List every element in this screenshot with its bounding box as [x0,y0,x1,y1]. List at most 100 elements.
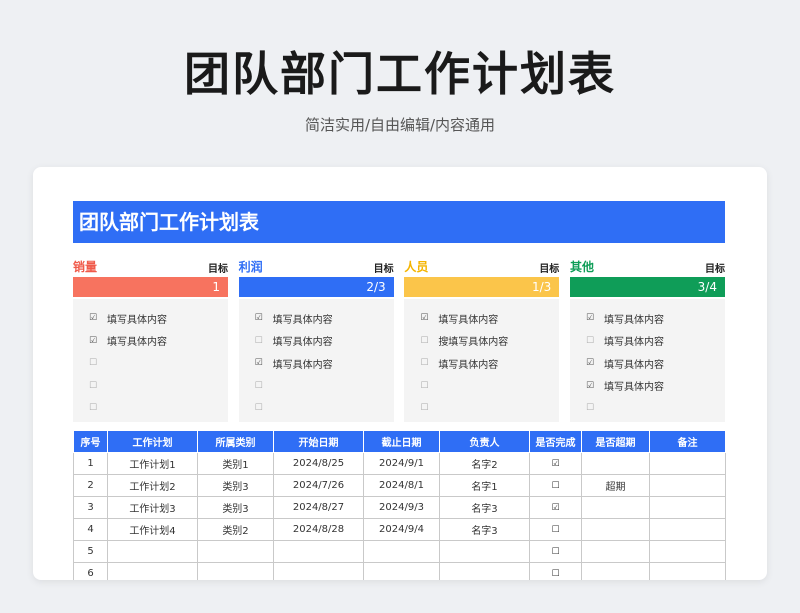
task-item[interactable]: ☑ 填写具体内容 [73,307,228,330]
table-cell[interactable]: 超期 [581,474,650,497]
table-cell[interactable]: 2024/9/1 [363,452,440,475]
table-cell[interactable] [363,562,440,580]
column-header[interactable]: 所属类别 [197,430,274,453]
table-cell[interactable]: 2024/9/4 [363,518,440,541]
table-cell[interactable]: 5 [73,540,108,563]
category-progress-bar[interactable]: 1/3 [404,277,560,297]
table-cell[interactable]: 2024/8/25 [273,452,364,475]
column-header[interactable]: 负责人 [439,430,530,453]
unchecked-checkbox-icon[interactable]: ☐ [420,403,438,413]
table-cell[interactable]: 2024/8/1 [363,474,440,497]
table-cell[interactable] [581,496,650,519]
column-header[interactable]: 是否超期 [581,430,650,453]
table-cell[interactable]: 名字3 [439,496,530,519]
table-cell[interactable]: 2024/9/3 [363,496,440,519]
task-item[interactable]: ☑ 填写具体内容 [239,352,394,375]
column-header[interactable]: 是否完成 [529,430,582,453]
checked-checkbox-icon[interactable]: ☑ [586,358,604,368]
task-item[interactable]: ☐ [239,397,394,420]
category-progress-bar[interactable]: 2/3 [238,277,394,297]
table-cell[interactable] [649,452,726,475]
table-cell[interactable]: 类别3 [197,496,274,519]
task-item[interactable]: ☑ 填写具体内容 [570,375,725,398]
completion-checkbox-cell[interactable]: ☑ [529,496,582,519]
checked-checkbox-icon[interactable]: ☑ [255,358,273,368]
table-cell[interactable]: 工作计划3 [107,496,198,519]
task-item[interactable]: ☐ [404,375,559,398]
table-cell[interactable] [649,518,726,541]
table-cell[interactable] [439,562,530,580]
unchecked-checkbox-icon[interactable]: ☐ [255,336,273,346]
task-item[interactable]: ☐ 搜填写具体内容 [404,330,559,353]
task-item[interactable]: ☑ 填写具体内容 [73,330,228,353]
unchecked-checkbox-icon[interactable]: ☐ [89,403,107,413]
table-cell[interactable] [107,540,198,563]
table-cell[interactable] [197,540,274,563]
table-cell[interactable] [273,562,364,580]
column-header[interactable]: 备注 [649,430,726,453]
unchecked-checkbox-icon[interactable]: ☐ [89,358,107,368]
table-cell[interactable] [273,540,364,563]
table-cell[interactable]: 类别3 [197,474,274,497]
checked-checkbox-icon[interactable]: ☑ [586,381,604,391]
table-cell[interactable] [581,562,650,580]
task-item[interactable]: ☑ 填写具体内容 [239,307,394,330]
table-cell[interactable] [581,540,650,563]
table-cell[interactable] [649,496,726,519]
table-cell[interactable]: 类别2 [197,518,274,541]
table-cell[interactable] [197,562,274,580]
table-cell[interactable]: 4 [73,518,108,541]
table-cell[interactable]: 名字1 [439,474,530,497]
table-cell[interactable]: 2 [73,474,108,497]
category-progress-bar[interactable]: 3/4 [569,277,725,297]
completion-checkbox-cell[interactable]: ☐ [529,518,582,541]
checked-checkbox-icon[interactable]: ☑ [89,313,107,323]
task-item[interactable]: ☐ [73,375,228,398]
unchecked-checkbox-icon[interactable]: ☐ [420,358,438,368]
table-cell[interactable] [439,540,530,563]
table-cell[interactable] [649,540,726,563]
task-item[interactable]: ☐ 填写具体内容 [404,352,559,375]
category-progress-bar[interactable]: 1 [73,277,228,297]
unchecked-checkbox-icon[interactable]: ☐ [586,403,604,413]
checked-checkbox-icon[interactable]: ☑ [420,313,438,323]
table-cell[interactable] [581,518,650,541]
table-cell[interactable]: 工作计划4 [107,518,198,541]
table-cell[interactable] [581,452,650,475]
unchecked-checkbox-icon[interactable]: ☐ [255,403,273,413]
unchecked-checkbox-icon[interactable]: ☐ [89,381,107,391]
table-cell[interactable] [649,474,726,497]
sheet-banner[interactable]: 团队部门工作计划表 [73,201,725,243]
unchecked-checkbox-icon[interactable]: ☐ [586,336,604,346]
task-item[interactable]: ☐ [73,352,228,375]
table-cell[interactable]: 名字3 [439,518,530,541]
table-cell[interactable]: 2024/8/28 [273,518,364,541]
table-cell[interactable]: 工作计划2 [107,474,198,497]
table-cell[interactable]: 类别1 [197,452,274,475]
task-item[interactable]: ☑ 填写具体内容 [404,307,559,330]
task-item[interactable]: ☑ 填写具体内容 [570,307,725,330]
table-cell[interactable]: 2024/7/26 [273,474,364,497]
checked-checkbox-icon[interactable]: ☑ [255,313,273,323]
table-cell[interactable]: 3 [73,496,108,519]
unchecked-checkbox-icon[interactable]: ☐ [255,381,273,391]
table-cell[interactable]: 1 [73,452,108,475]
table-cell[interactable] [107,562,198,580]
table-cell[interactable]: 6 [73,562,108,580]
checked-checkbox-icon[interactable]: ☑ [89,336,107,346]
column-header[interactable]: 截止日期 [363,430,440,453]
column-header[interactable]: 工作计划 [107,430,198,453]
task-item[interactable]: ☐ [570,397,725,420]
unchecked-checkbox-icon[interactable]: ☐ [420,381,438,391]
table-cell[interactable]: 工作计划1 [107,452,198,475]
task-item[interactable]: ☐ [73,397,228,420]
column-header[interactable]: 开始日期 [273,430,364,453]
completion-checkbox-cell[interactable]: ☐ [529,474,582,497]
table-cell[interactable] [363,540,440,563]
table-cell[interactable] [649,562,726,580]
checked-checkbox-icon[interactable]: ☑ [586,313,604,323]
completion-checkbox-cell[interactable]: ☐ [529,540,582,563]
task-item[interactable]: ☑ 填写具体内容 [570,352,725,375]
task-item[interactable]: ☐ [239,375,394,398]
table-cell[interactable]: 2024/8/27 [273,496,364,519]
